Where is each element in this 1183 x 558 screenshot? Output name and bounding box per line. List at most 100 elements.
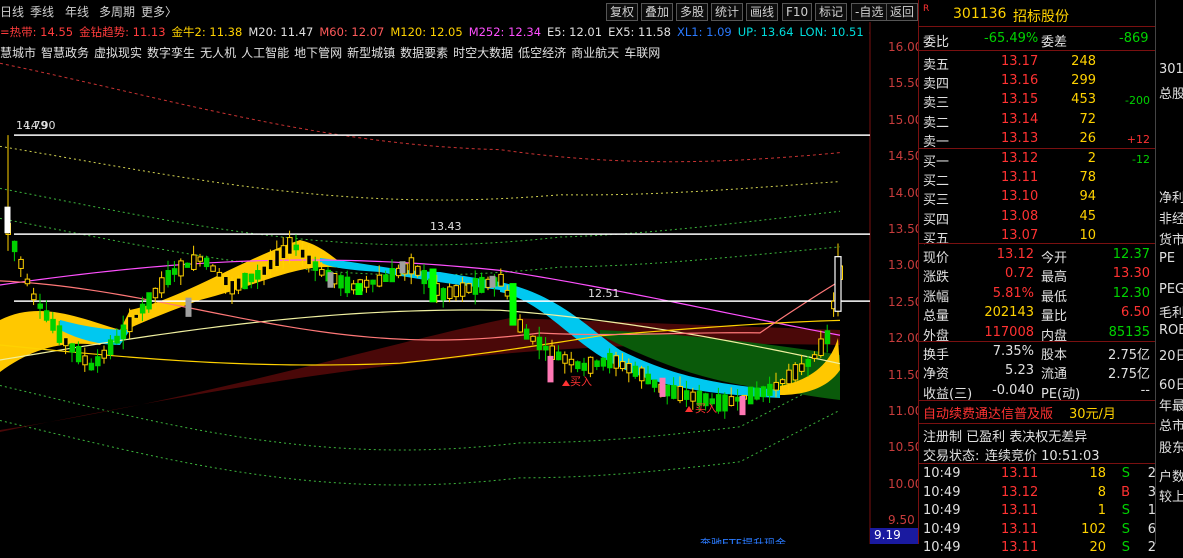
mark-button[interactable]: 标记 — [815, 3, 847, 21]
stat-l1: 涨跌 — [923, 266, 949, 285]
concept-tags: 慧城市智慧政务虚拟现实数字孪生无人机人工智能地下管网新型城镇数据要素时空大数据低… — [0, 44, 870, 60]
buy-level-vol: 10 — [1079, 228, 1096, 243]
concept-tag[interactable]: 时空大数据 — [453, 46, 513, 60]
quote-header: R 301136 招标股份 — [919, 4, 1156, 24]
fundamental-label: 年最 — [1159, 395, 1183, 414]
tick-row: 10:4913.128B3 — [919, 484, 1156, 503]
back-button[interactable]: 返回 — [886, 3, 918, 21]
ad-row[interactable]: 自动续费通达信普及版 30元/月 — [919, 402, 1156, 421]
tick-vol: 8 — [1098, 485, 1106, 500]
tick-side: S — [1122, 466, 1130, 481]
indicator-value: E5: 12.01 — [547, 25, 602, 39]
concept-tag[interactable]: 车联网 — [624, 46, 660, 60]
stat-v2: 12.37 — [1113, 247, 1150, 262]
buy-level-price: 13.07 — [1001, 228, 1038, 243]
overlay-button[interactable]: 叠加 — [641, 3, 673, 21]
kline-chart[interactable]: 14.7914.9013.4312.51买入买入奔驰ETF提升现金 — [0, 0, 918, 544]
buy-level-row[interactable]: 买一13.122-12 — [919, 150, 1156, 169]
indicator-value: XL1: 1.09 — [677, 25, 732, 39]
candle-body — [96, 357, 101, 366]
stat-l1: 总量 — [923, 305, 949, 324]
candle-body — [89, 363, 94, 370]
concept-tag[interactable]: 数字孪生 — [147, 46, 195, 60]
buy-level-row[interactable]: 买二13.1178 — [919, 169, 1156, 188]
ad-text[interactable]: 自动续费通达信普及版 — [923, 403, 1053, 422]
status-value: 连续竞价 10:51:03 — [985, 445, 1100, 464]
sell-level-chg: +12 — [1127, 133, 1150, 146]
candle-body — [25, 279, 30, 284]
stock-name[interactable]: 招标股份 — [1013, 6, 1069, 26]
candle-body — [448, 287, 453, 299]
period-multi[interactable]: 多周期 — [99, 3, 135, 20]
candle-body — [588, 357, 593, 373]
fundamental-label: 较上 — [1159, 486, 1183, 505]
level-label: 12.51 — [588, 287, 620, 300]
stat-v1: 5.81% — [993, 286, 1034, 301]
candle-body — [12, 241, 17, 251]
f10-button[interactable]: F10 — [782, 3, 812, 21]
concept-tag[interactable]: 新型城镇 — [347, 46, 395, 60]
remove-watchlist-button[interactable]: -自选 — [851, 3, 887, 21]
concept-tag[interactable]: 商业航天 — [571, 46, 619, 60]
candle-body — [548, 356, 553, 381]
candle-body — [121, 325, 126, 339]
fundamentals-column: 301总股净利非经货市PEPEG毛利ROE20日60日年最总市股东户数较上 — [1155, 0, 1183, 544]
concept-tag[interactable]: 智慧政务 — [41, 46, 89, 60]
buy-level-label: 买二 — [923, 170, 949, 189]
concept-tag[interactable]: 人工智能 — [241, 46, 289, 60]
buy-level-label: 买一 — [923, 151, 949, 170]
buy-level-price: 13.12 — [1001, 151, 1038, 166]
buy-level-price: 13.08 — [1001, 209, 1038, 224]
tick-time: 10:49 — [923, 485, 960, 500]
fundamental-label: 货市 — [1159, 229, 1183, 248]
stat-v1: 202143 — [984, 305, 1034, 320]
indicator-value: UP: 13.64 — [738, 25, 794, 39]
status-label: 交易状态: — [923, 445, 979, 464]
ad-price: 30元/月 — [1069, 403, 1116, 422]
sell-level-vol: 299 — [1071, 73, 1096, 88]
multi-stock-button[interactable]: 多股 — [676, 3, 708, 21]
statistics-button[interactable]: 统计 — [711, 3, 743, 21]
candle-body — [186, 298, 191, 316]
stat-row: 现价13.12今开12.37 — [919, 246, 1156, 265]
concept-tag[interactable]: 无人机 — [200, 46, 236, 60]
draw-line-button[interactable]: 画线 — [746, 3, 778, 21]
buy-signal-label: 买入 — [570, 375, 592, 388]
sell-level-row[interactable]: 卖四13.16299 — [919, 72, 1156, 91]
fuquan-button[interactable]: 复权 — [606, 3, 638, 21]
tick-time: 10:49 — [923, 503, 960, 518]
candle-body — [723, 395, 728, 411]
period-quarterly[interactable]: 季线 — [30, 3, 54, 20]
concept-tag[interactable]: 数据要素 — [400, 46, 448, 60]
candle-body — [400, 262, 405, 273]
indicator-value: 金钻趋势: 11.13 — [79, 25, 165, 39]
candle-body — [230, 281, 235, 294]
sell-level-row[interactable]: 卖二13.1472 — [919, 111, 1156, 130]
stat2-l2: 流通 — [1041, 363, 1067, 382]
channel-line — [0, 410, 840, 485]
concept-tag[interactable]: 虚拟现实 — [94, 46, 142, 60]
candle-body — [115, 336, 120, 343]
sell-level-row[interactable]: 卖一13.1326+12 — [919, 130, 1156, 149]
buy-level-row[interactable]: 买四13.0845 — [919, 208, 1156, 227]
level-label: 14.90 — [24, 119, 56, 132]
candle-body — [454, 286, 459, 297]
concept-tag[interactable]: 低空经济 — [518, 46, 566, 60]
concept-tag[interactable]: 地下管网 — [294, 46, 342, 60]
buy-level-vol: 78 — [1079, 170, 1096, 185]
stat-l2: 最低 — [1041, 286, 1067, 305]
period-more[interactable]: 更多〉 — [141, 3, 177, 20]
sell-level-row[interactable]: 卖五13.17248 — [919, 53, 1156, 72]
period-daily[interactable]: 日线 — [0, 3, 24, 20]
sell-level-row[interactable]: 卖三13.15453-200 — [919, 91, 1156, 110]
stock-code[interactable]: 301136 — [953, 6, 1006, 22]
tick-row: 10:4913.1118S2 — [919, 465, 1156, 484]
candle-body — [345, 277, 350, 293]
candle-body — [44, 311, 49, 320]
bottom-caption: 奔驰ETF提升现金 — [700, 536, 786, 544]
buy-level-row[interactable]: 买三13.1094 — [919, 188, 1156, 207]
period-yearly[interactable]: 年线 — [65, 3, 89, 20]
concept-tag[interactable]: 慧城市 — [0, 46, 36, 60]
candle-body — [768, 384, 773, 395]
tick-row: 10:4913.1120S2 — [919, 539, 1156, 558]
